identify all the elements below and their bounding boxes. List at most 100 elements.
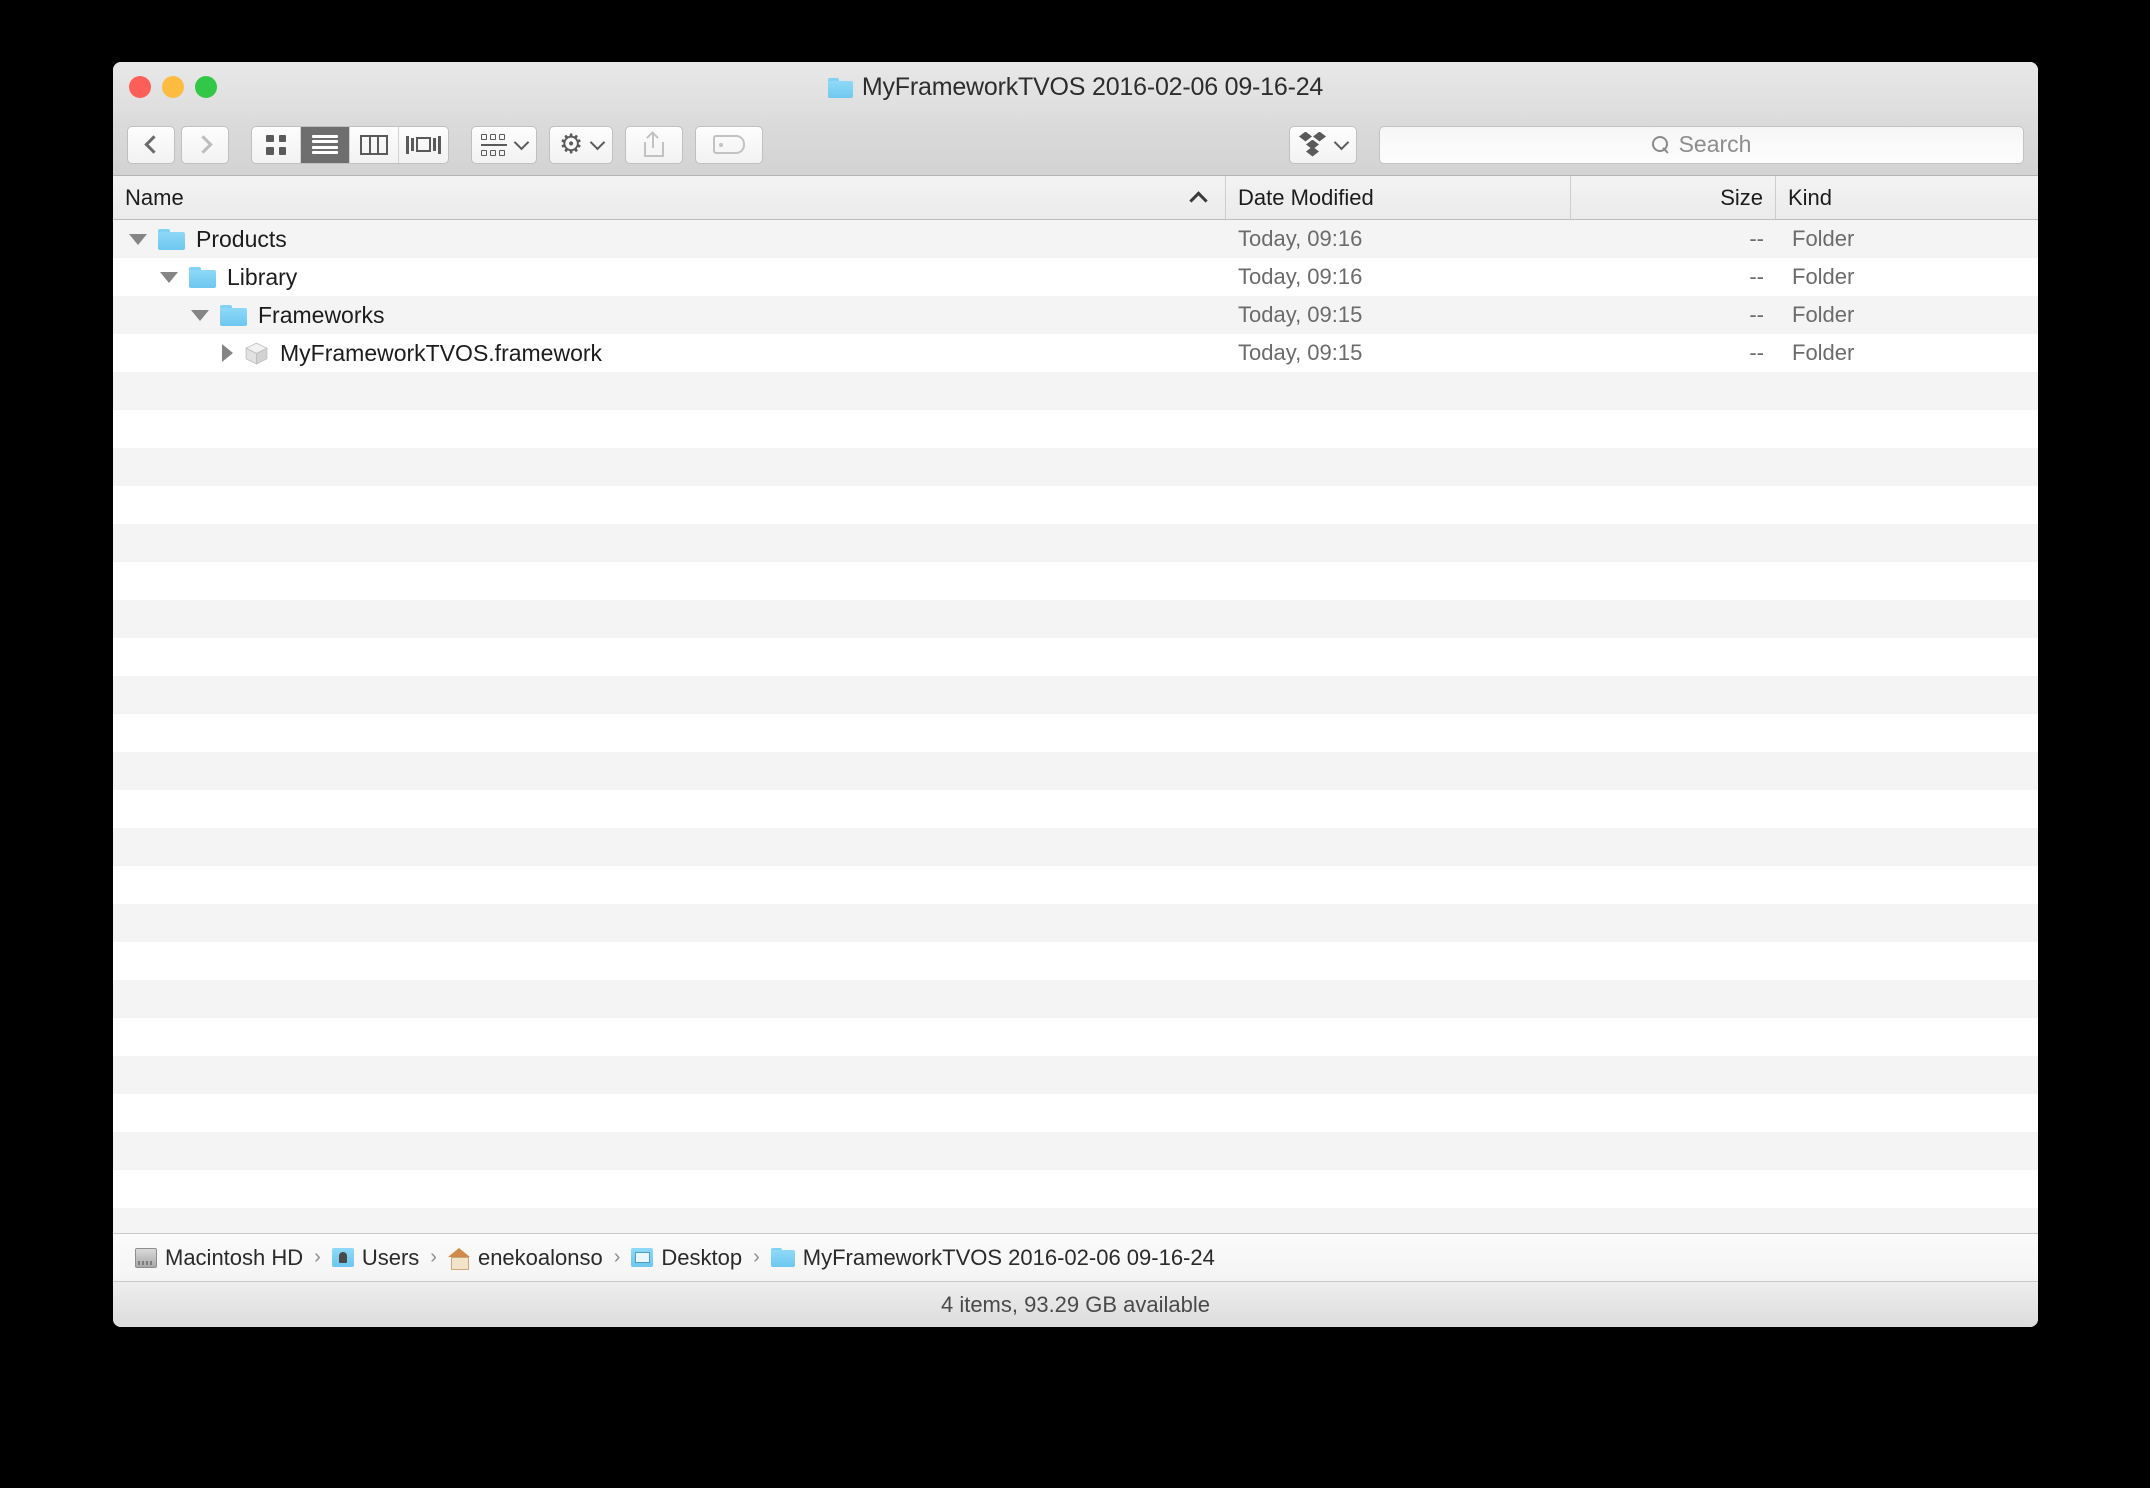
column-header-date-label: Date Modified: [1238, 184, 1374, 210]
window-title: MyFrameworkTVOS 2016-02-06 09-16-24: [861, 73, 1324, 101]
close-button[interactable]: [129, 76, 151, 98]
table-row[interactable]: [113, 1018, 2038, 1056]
table-row[interactable]: [113, 1208, 2038, 1233]
column-header-kind-label: Kind: [1788, 184, 1833, 210]
table-row[interactable]: [113, 448, 2038, 486]
list-lines-icon: [312, 134, 338, 155]
row-date-cell: Today, 09:16: [1238, 264, 1363, 289]
folder-icon: [220, 304, 247, 326]
columns-icon: [360, 134, 388, 155]
sort-ascending-icon: [1189, 190, 1208, 210]
row-date-cell: Today, 09:15: [1238, 340, 1363, 365]
hard-disk-icon: [135, 1247, 157, 1268]
icon-view-button[interactable]: [252, 126, 301, 163]
gear-icon: ⚙: [559, 129, 584, 159]
table-row[interactable]: [113, 600, 2038, 638]
toolbar: ⚙ Search: [113, 114, 2038, 176]
file-list[interactable]: Products Today, 09:16 -- Folder Library Today…: [113, 220, 2038, 1233]
chevron-left-icon: [143, 135, 163, 154]
folder-icon: [770, 1248, 795, 1267]
table-row[interactable]: [113, 1132, 2038, 1170]
minimize-button[interactable]: [162, 76, 184, 98]
row-name-label: Frameworks: [258, 301, 385, 328]
breadcrumb-item[interactable]: MyFrameworkTVOS 2016-02-06 09-16-24: [770, 1244, 1215, 1271]
table-row[interactable]: [113, 562, 2038, 600]
table-row[interactable]: [113, 904, 2038, 942]
table-row[interactable]: Library Today, 09:16 -- Folder: [113, 258, 2038, 296]
forward-button[interactable]: [181, 125, 229, 164]
desktop-folder-icon: [631, 1248, 654, 1267]
action-menu-button[interactable]: ⚙: [549, 125, 614, 164]
breadcrumb-label: Users: [361, 1244, 420, 1270]
breadcrumb-item[interactable]: enekoalonso: [447, 1245, 603, 1271]
column-header-kind[interactable]: Kind: [1776, 176, 2038, 219]
navigation-buttons: [127, 125, 229, 164]
list-view-button[interactable]: [301, 126, 350, 163]
breadcrumb-label: Macintosh HD: [165, 1244, 304, 1270]
breadcrumb: Macintosh HD › Users › enekoalonso › Desktop › M…: [113, 1233, 2038, 1281]
users-folder-icon: [331, 1248, 354, 1267]
table-row[interactable]: [113, 1094, 2038, 1132]
row-date-cell: Today, 09:16: [1238, 226, 1363, 251]
window-title-group: MyFrameworkTVOS 2016-02-06 09-16-24: [113, 73, 2038, 102]
disclosure-triangle[interactable]: [191, 309, 209, 321]
breadcrumb-item[interactable]: Desktop: [631, 1245, 742, 1271]
column-view-button[interactable]: [350, 126, 399, 163]
chevron-down-icon: [513, 134, 530, 150]
row-size-cell: --: [1749, 226, 1764, 251]
column-header-date-modified[interactable]: Date Modified: [1226, 176, 1571, 219]
row-kind-cell: Folder: [1792, 226, 1855, 251]
disclosure-triangle[interactable]: [160, 271, 178, 283]
table-row[interactable]: [113, 790, 2038, 828]
table-row[interactable]: [113, 1170, 2038, 1208]
breadcrumb-separator: ›: [613, 1246, 621, 1268]
breadcrumb-item[interactable]: Users: [331, 1244, 420, 1271]
row-kind-cell: Folder: [1792, 340, 1855, 365]
table-row[interactable]: Products Today, 09:16 -- Folder: [113, 220, 2038, 258]
row-kind-cell: Folder: [1792, 302, 1855, 327]
coverflow-view-button[interactable]: [399, 127, 448, 163]
row-name-label: Products: [196, 225, 287, 252]
row-size-cell: --: [1749, 264, 1764, 289]
dropbox-button[interactable]: [1289, 125, 1357, 164]
table-row[interactable]: [113, 866, 2038, 904]
table-row[interactable]: [113, 676, 2038, 714]
search-icon: [1651, 136, 1669, 153]
table-row[interactable]: [113, 752, 2038, 790]
chevron-down-icon: [589, 134, 606, 150]
share-button[interactable]: [625, 125, 684, 164]
tag-button[interactable]: [695, 125, 764, 164]
disclosure-triangle[interactable]: [222, 344, 233, 362]
breadcrumb-item[interactable]: Macintosh HD: [135, 1245, 303, 1271]
search-placeholder: Search: [1678, 131, 1752, 157]
table-row[interactable]: [113, 372, 2038, 410]
search-input[interactable]: Search: [1379, 125, 2024, 164]
column-header-size[interactable]: Size: [1571, 176, 1776, 219]
column-header: Name Date Modified Size Kind: [113, 176, 2038, 220]
table-row[interactable]: [113, 1056, 2038, 1094]
table-row[interactable]: [113, 942, 2038, 980]
table-row[interactable]: [113, 638, 2038, 676]
grid-icon: [266, 134, 286, 155]
table-row[interactable]: [113, 828, 2038, 866]
traffic-lights: [129, 76, 217, 98]
title-bar[interactable]: MyFrameworkTVOS 2016-02-06 09-16-24: [113, 62, 2038, 114]
table-row[interactable]: [113, 980, 2038, 1018]
table-row[interactable]: [113, 714, 2038, 752]
disclosure-triangle[interactable]: [129, 233, 147, 245]
row-name-label: Library: [227, 263, 298, 290]
back-button[interactable]: [127, 125, 175, 164]
folder-icon: [827, 77, 853, 98]
table-row[interactable]: [113, 524, 2038, 562]
chevron-down-icon: [1333, 134, 1350, 150]
table-row[interactable]: [113, 486, 2038, 524]
table-row[interactable]: MyFrameworkTVOS.framework Today, 09:15 -- F…: [113, 334, 2038, 372]
view-mode-segmented-control: [251, 125, 449, 164]
column-header-name[interactable]: Name: [113, 176, 1226, 219]
arrange-button[interactable]: [471, 125, 537, 164]
breadcrumb-label: MyFrameworkTVOS 2016-02-06 09-16-24: [802, 1244, 1215, 1270]
maximize-button[interactable]: [195, 76, 217, 98]
table-row[interactable]: [113, 410, 2038, 448]
table-row[interactable]: Frameworks Today, 09:15 -- Folder: [113, 296, 2038, 334]
row-name-cell: Frameworks: [113, 302, 1226, 329]
